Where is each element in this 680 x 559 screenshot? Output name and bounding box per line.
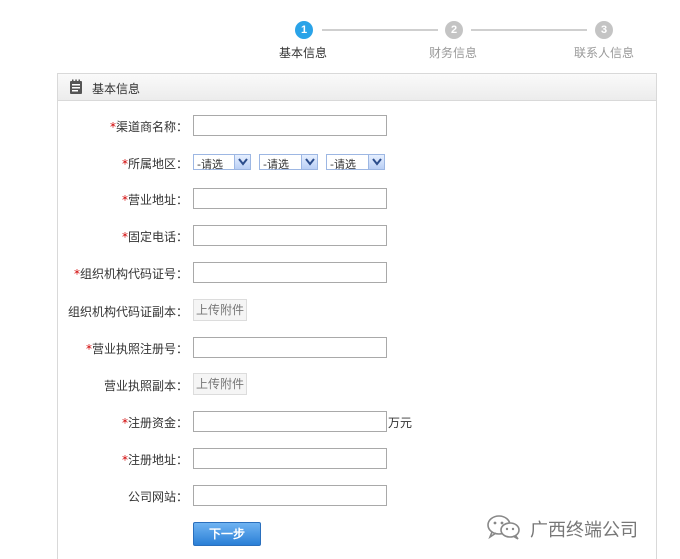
field-label: *渠道商名称： [109,120,188,134]
upload-org-code-copy-button[interactable]: 上传附件 [193,299,248,321]
form-row-org-code: *组织机构代码证号： [0,262,680,284]
step-2-number: 2 [445,21,463,39]
upload-license-copy-button[interactable]: 上传附件 [193,373,248,395]
website-input[interactable] [193,485,387,506]
form-row-channel-name: *渠道商名称： [0,115,680,137]
panel-header: 基本信息 [58,74,656,101]
org-code-input[interactable] [193,262,387,283]
form-row-license-no: *营业执照注册号： [0,337,680,359]
form-row-registered-address: *注册地址： [0,448,680,470]
chevron-down-icon [301,155,317,169]
registered-address-input[interactable] [193,448,387,469]
form-row-region: *所属地区： -请选 -请选 -请选 [0,154,680,176]
form-row-org-code-copy: 组织机构代码证副本： 上传附件 [0,299,680,322]
wechat-icon [486,514,522,543]
capital-unit: 万元 [388,416,413,430]
field-label: *组织机构代码证号： [73,267,188,281]
step-connector [471,29,587,31]
step-1-label: 基本信息 [279,46,328,60]
step-2-label: 财务信息 [429,46,478,60]
field-label: *注册地址： [121,453,188,467]
form-row-license-copy: 营业执照副本： 上传附件 [0,373,680,396]
next-step-button[interactable]: 下一步 [193,522,261,546]
field-label: *所属地区： [121,157,188,171]
landline-input[interactable] [193,225,387,246]
form-row-website: 公司网站： [0,485,680,507]
license-no-input[interactable] [193,337,387,358]
field-label: *营业地址： [121,193,188,207]
chevron-down-icon [368,155,384,169]
registered-capital-input[interactable] [193,411,387,432]
notebook-icon [68,79,84,95]
step-connector [322,29,438,31]
field-label: 组织机构代码证副本： [67,305,188,319]
field-label: *营业执照注册号： [85,342,188,356]
step-3-label: 联系人信息 [574,46,635,60]
step-1-number: 1 [295,21,313,39]
province-select[interactable]: -请选 [193,154,251,171]
form-row-landline: *固定电话： [0,225,680,247]
business-address-input[interactable] [193,188,387,209]
channel-name-input[interactable] [193,115,387,136]
watermark-text: 广西终端公司 [530,520,638,541]
form-row-business-address: *营业地址： [0,188,680,210]
step-3-number: 3 [595,21,613,39]
field-label: *固定电话： [121,230,188,244]
city-select[interactable]: -请选 [259,154,318,171]
field-label: 公司网站： [127,490,188,504]
form-row-registered-capital: *注册资金： 万元 [0,411,680,433]
field-label: *注册资金： [121,416,188,430]
chevron-down-icon [234,155,250,169]
field-label: 营业执照副本： [103,379,188,393]
progress-stepper: 1 2 3 基本信息 财务信息 联系人信息 [0,0,680,70]
panel-title: 基本信息 [92,82,141,96]
district-select[interactable]: -请选 [326,154,385,171]
